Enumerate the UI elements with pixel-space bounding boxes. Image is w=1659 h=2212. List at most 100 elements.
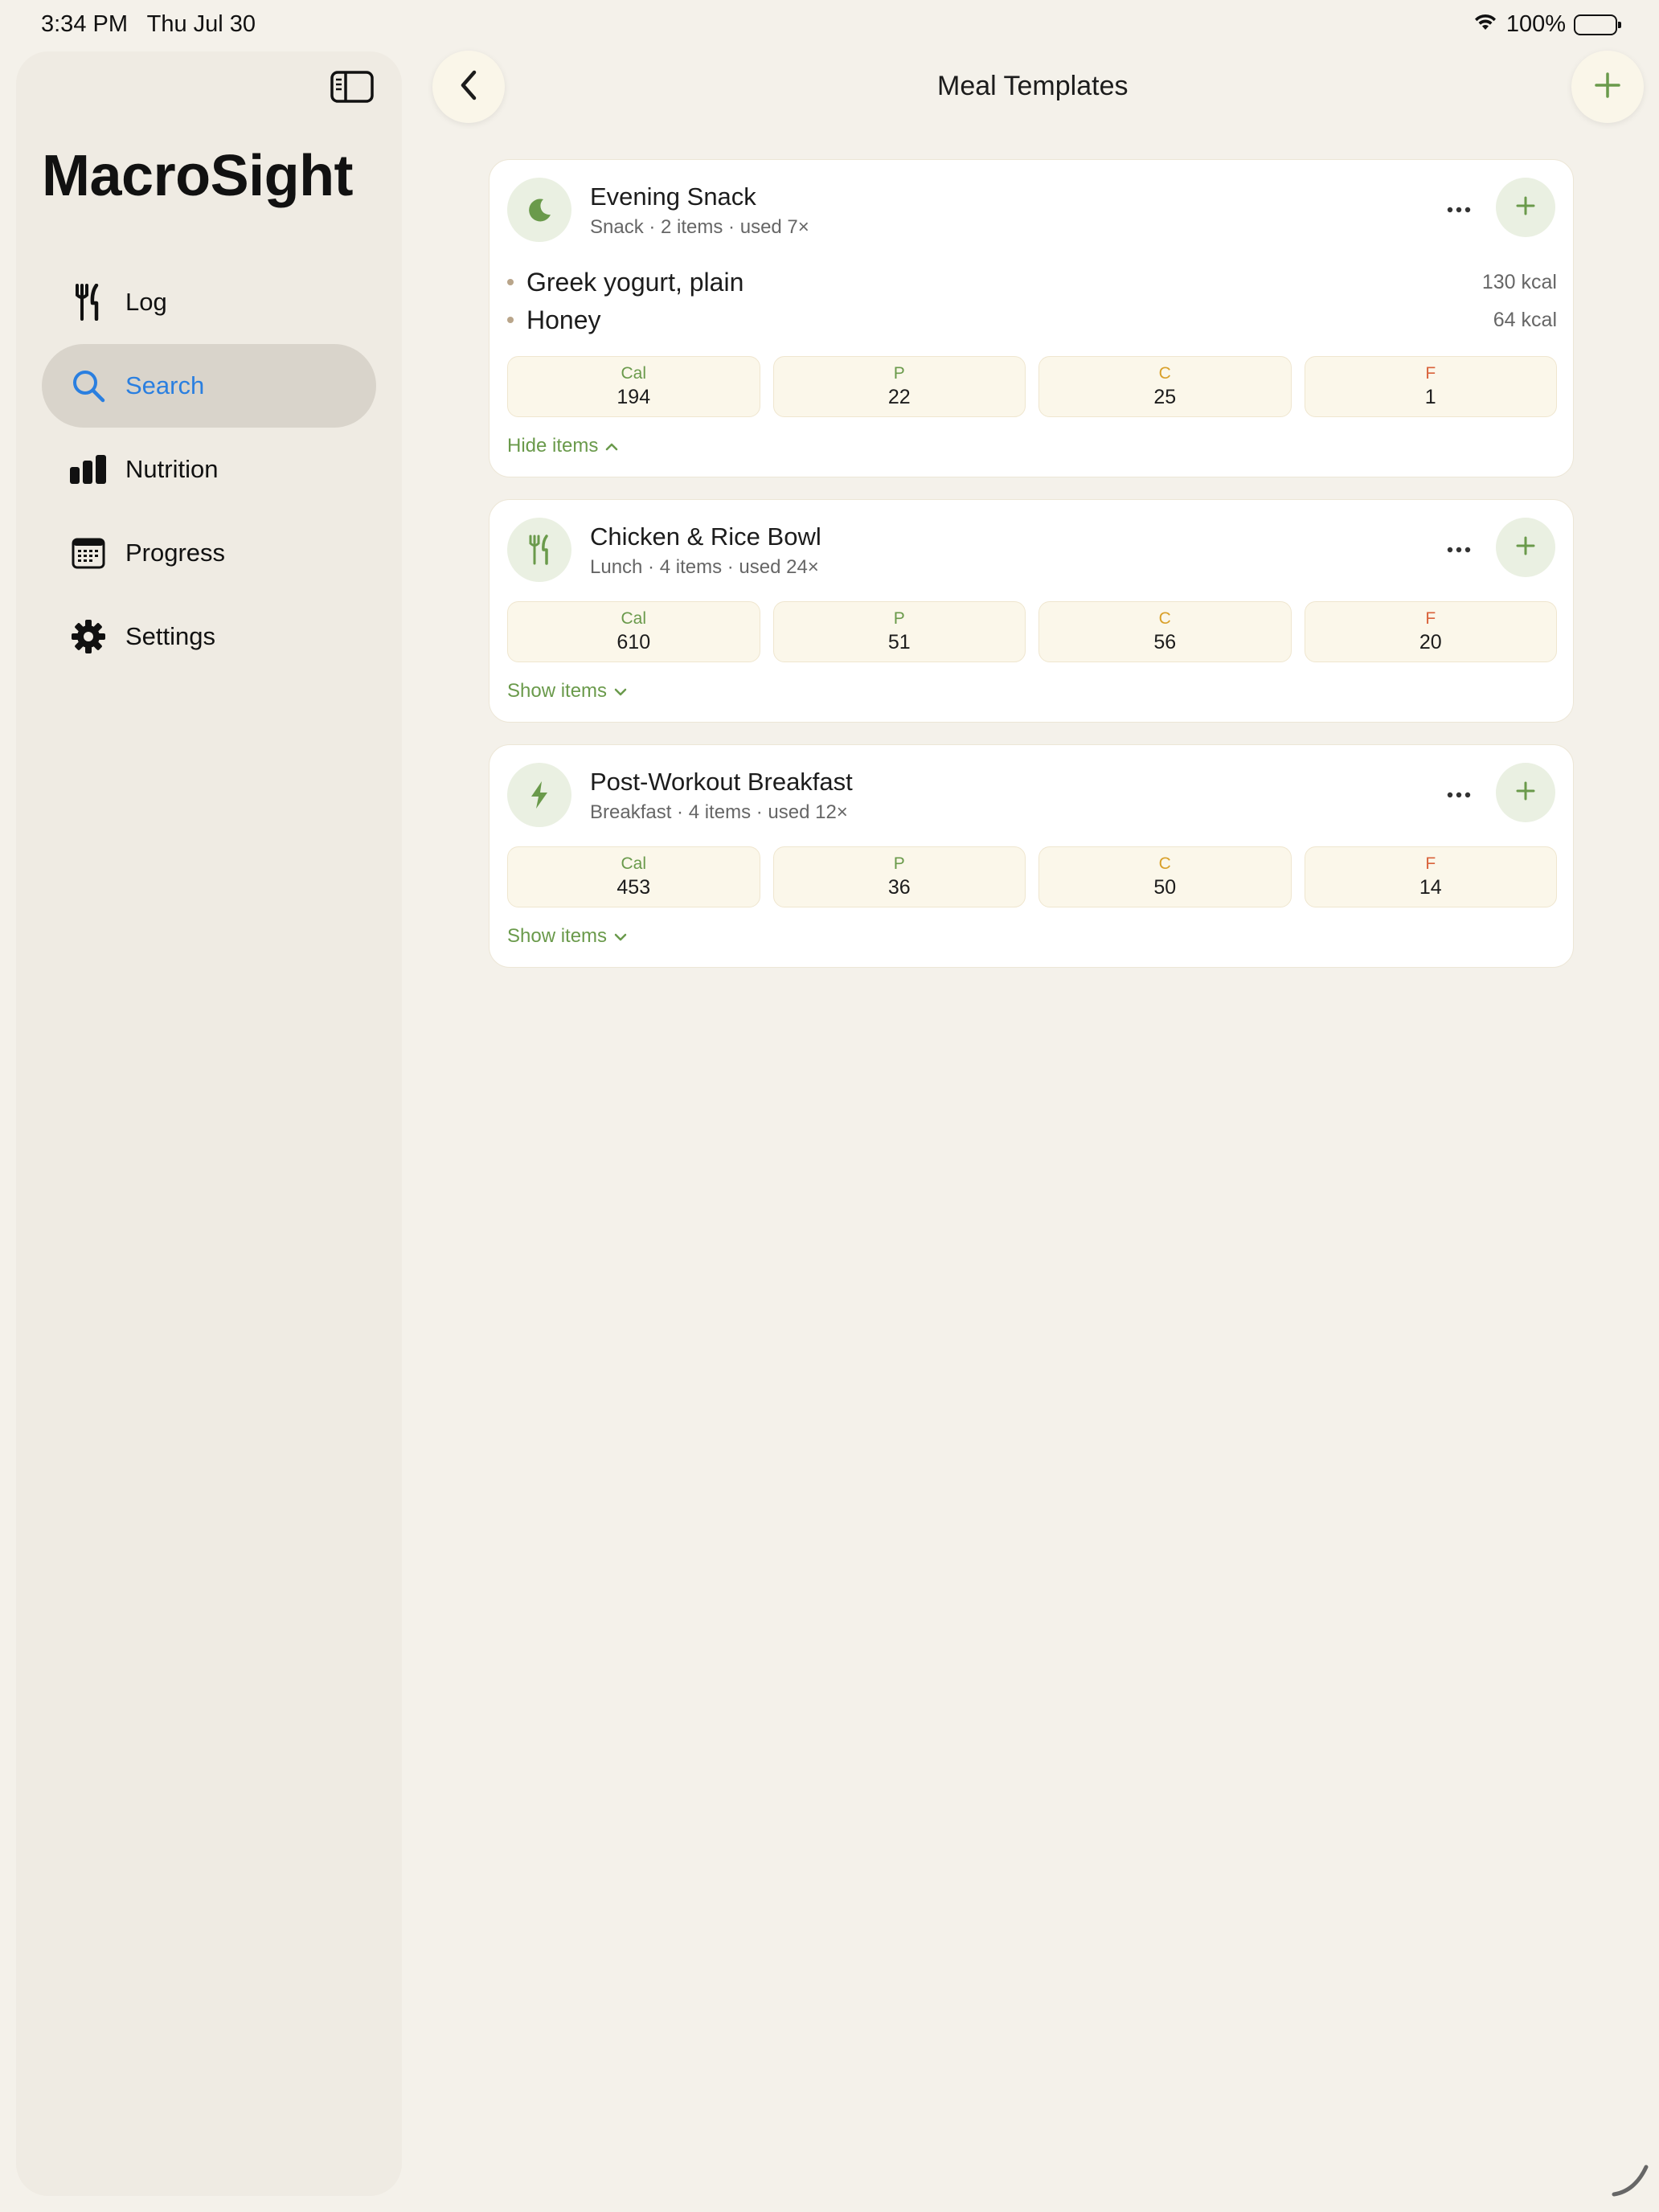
template-name: Post-Workout Breakfast — [590, 768, 853, 796]
plus-icon — [1515, 535, 1536, 560]
hide-items-button[interactable]: Hide items — [507, 435, 619, 457]
macro-label: P — [893, 609, 905, 628]
plus-icon — [1594, 72, 1621, 103]
more-options-button[interactable] — [1435, 532, 1483, 567]
sidebar-nav: Log Search Nutrition Progress Settings — [42, 260, 376, 678]
status-time: 3:34 PM Thu Jul 30 — [41, 11, 256, 37]
macro-label: P — [893, 854, 905, 873]
macro-value: 453 — [616, 876, 651, 899]
template-card-chicken-rice-bowl[interactable]: Chicken & Rice Bowl Lunch · 4 items · us… — [489, 499, 1574, 723]
sidebar-item-progress[interactable]: Progress — [42, 511, 376, 595]
log-template-button[interactable] — [1496, 178, 1555, 237]
sidebar-item-label: Log — [125, 288, 167, 316]
chevron-up-icon — [604, 435, 619, 457]
sidebar: MacroSight Log Search Nutrition Progress… — [16, 51, 402, 2196]
sidebar-toggle-icon[interactable] — [330, 69, 375, 104]
toggle-label: Show items — [507, 680, 608, 702]
app-title: MacroSight — [42, 144, 354, 208]
item-name: Greek yogurt, plain — [526, 267, 744, 297]
macro-value: 51 — [887, 631, 911, 653]
item-kcal: 130 kcal — [1481, 270, 1557, 293]
log-template-button[interactable] — [1496, 518, 1555, 577]
macro-label: P — [893, 364, 905, 383]
sidebar-item-search[interactable]: Search — [42, 344, 376, 428]
macro-label: F — [1425, 364, 1436, 383]
macro-carbs: C 50 — [1038, 846, 1292, 907]
page-title: Meal Templates — [937, 71, 1129, 101]
ellipsis-icon — [1447, 543, 1471, 557]
macro-fat: F 1 — [1304, 356, 1557, 417]
chevron-left-icon — [457, 69, 481, 105]
sidebar-item-label: Progress — [125, 539, 226, 567]
macro-value: 22 — [887, 386, 911, 408]
ellipsis-icon — [1447, 203, 1471, 217]
back-button[interactable] — [432, 51, 505, 123]
macro-protein: P 22 — [772, 356, 1026, 417]
sidebar-item-label: Settings — [125, 622, 216, 650]
status-bar: 3:34 PM Thu Jul 30 100% — [0, 0, 1659, 51]
macro-label: C — [1158, 609, 1171, 628]
macro-label: C — [1158, 364, 1171, 383]
macro-carbs: C 56 — [1038, 601, 1292, 662]
chevron-down-icon — [613, 925, 628, 948]
chevron-down-icon — [613, 680, 628, 703]
macro-value: 36 — [887, 876, 911, 899]
add-template-button[interactable] — [1571, 51, 1644, 123]
template-name: Evening Snack — [590, 182, 756, 211]
macro-value: 1 — [1424, 386, 1436, 408]
sidebar-item-nutrition[interactable]: Nutrition — [42, 428, 376, 511]
macro-value: 194 — [616, 386, 651, 408]
item-name: Honey — [526, 305, 601, 334]
macro-value: 56 — [1153, 631, 1177, 653]
battery-icon — [1574, 14, 1621, 35]
macro-fat: F 20 — [1304, 601, 1557, 662]
ellipsis-icon — [1447, 788, 1471, 802]
macro-value: 50 — [1153, 876, 1177, 899]
bullet-icon — [507, 279, 514, 285]
status-indicators: 100% — [1473, 11, 1621, 38]
template-meta: Lunch · 4 items · used 24× — [590, 556, 819, 578]
template-card-post-workout-breakfast[interactable]: Post-Workout Breakfast Breakfast · 4 ite… — [489, 744, 1574, 968]
sidebar-item-settings[interactable]: Settings — [42, 595, 376, 678]
macro-value: 14 — [1419, 876, 1442, 899]
sidebar-item-label: Search — [125, 371, 205, 399]
bolt-icon — [507, 763, 571, 827]
sidebar-item-log[interactable]: Log — [42, 260, 376, 344]
macro-carbs: C 25 — [1038, 356, 1292, 417]
search-icon — [68, 365, 109, 407]
macro-cal: Cal 453 — [507, 846, 760, 907]
plus-icon — [1515, 195, 1536, 220]
template-card-evening-snack[interactable]: Evening Snack Snack · 2 items · used 7× … — [489, 159, 1574, 477]
wifi-icon — [1473, 11, 1498, 38]
macro-value: 20 — [1419, 631, 1442, 653]
macro-cal: Cal 610 — [507, 601, 760, 662]
log-template-button[interactable] — [1496, 763, 1555, 822]
toggle-label: Hide items — [507, 435, 599, 457]
template-item-row: Honey 64 kcal — [507, 301, 1557, 339]
macro-value: 610 — [616, 631, 651, 653]
toggle-label: Show items — [507, 925, 608, 947]
plus-icon — [1515, 780, 1536, 805]
macro-protein: P 51 — [772, 601, 1026, 662]
bullet-icon — [507, 317, 514, 323]
template-meta: Snack · 2 items · used 7× — [590, 216, 809, 238]
battery-percent: 100% — [1505, 11, 1566, 37]
show-items-button[interactable]: Show items — [507, 680, 628, 703]
resize-grip-icon — [1611, 2162, 1649, 2202]
sidebar-item-label: Nutrition — [125, 455, 219, 483]
macro-protein: P 36 — [772, 846, 1026, 907]
macro-label: Cal — [621, 609, 646, 628]
macro-value: 25 — [1153, 386, 1177, 408]
show-items-button[interactable]: Show items — [507, 925, 628, 948]
macro-label: F — [1425, 609, 1436, 628]
macro-label: Cal — [621, 364, 646, 383]
macro-label: Cal — [621, 854, 646, 873]
more-options-button[interactable] — [1435, 777, 1483, 813]
template-item-row: Greek yogurt, plain 130 kcal — [507, 263, 1557, 301]
more-options-button[interactable] — [1435, 192, 1483, 227]
macro-label: C — [1158, 854, 1171, 873]
gear-icon — [68, 616, 109, 657]
fork-knife-icon — [68, 281, 109, 323]
template-name: Chicken & Rice Bowl — [590, 522, 821, 551]
bar-chart-icon — [68, 449, 109, 490]
